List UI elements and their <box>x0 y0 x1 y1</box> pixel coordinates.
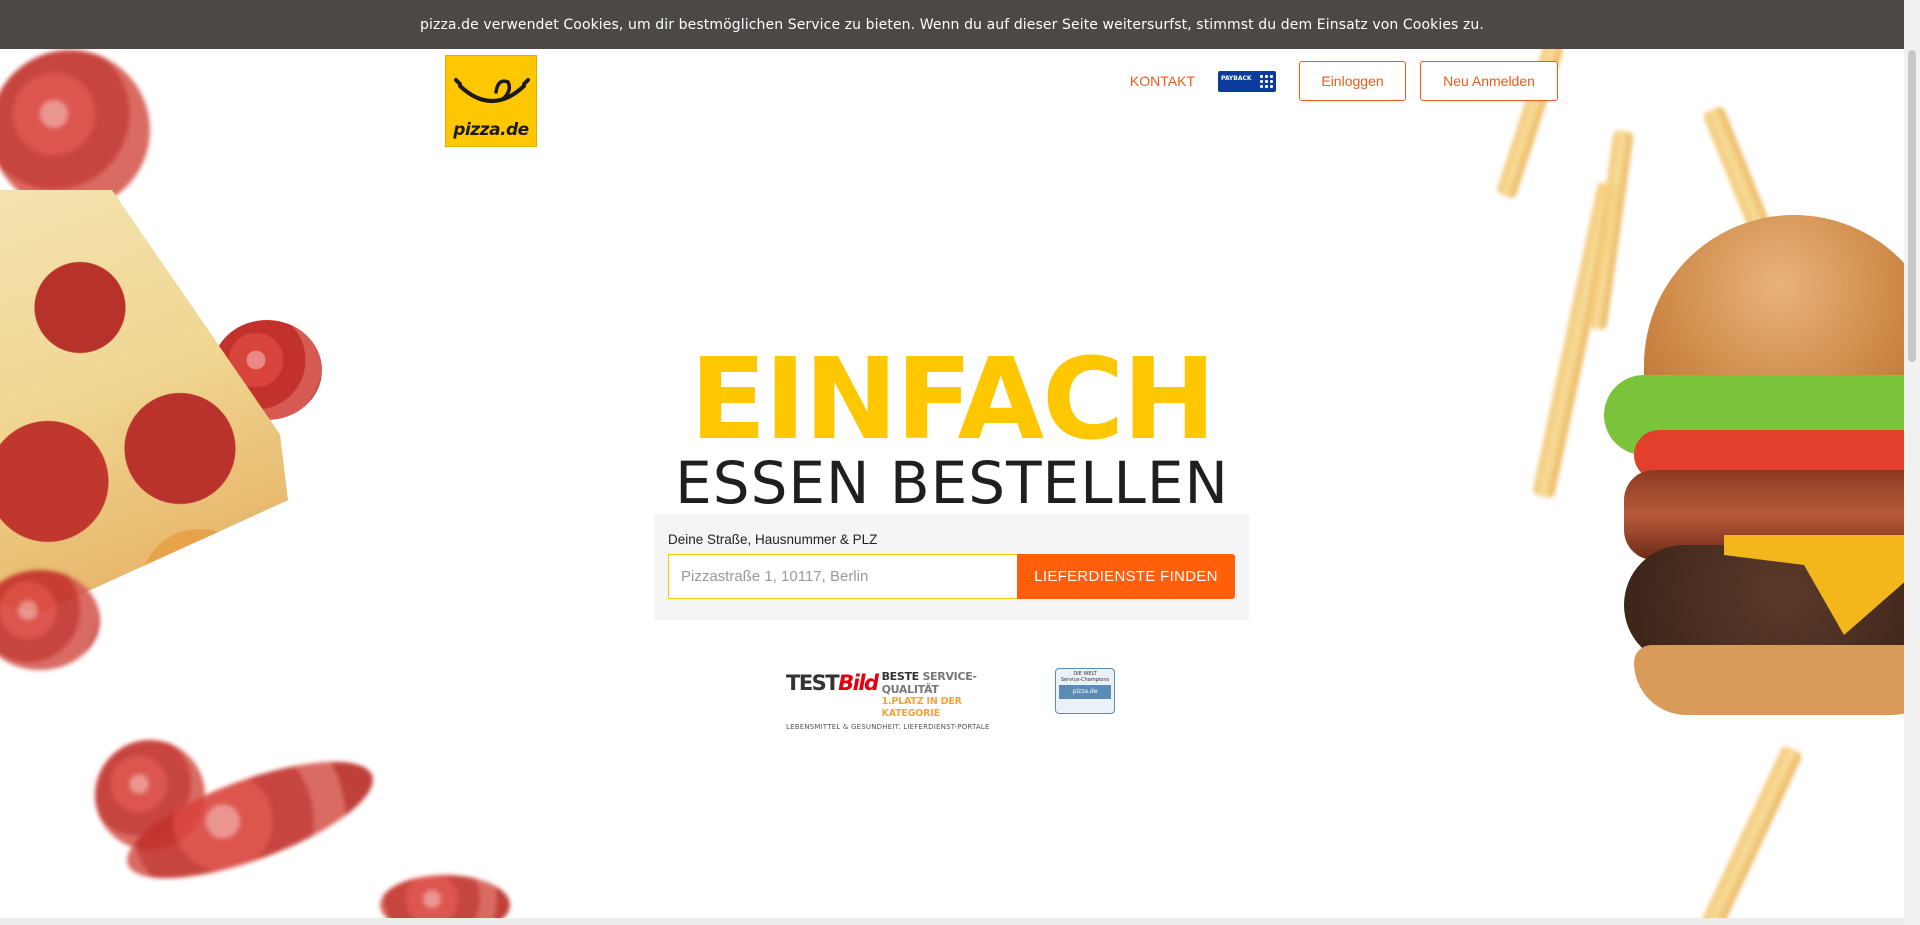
address-input[interactable] <box>668 554 1018 599</box>
welt-line2: Service-Champions <box>1060 677 1110 683</box>
hero-subtitle: ESSEN BESTELLEN <box>675 449 1229 517</box>
testbild-test-text: TEST <box>786 671 840 695</box>
page-scrollbar[interactable] <box>1904 0 1920 925</box>
smile-logo-icon <box>454 78 530 103</box>
testbild-award-badge: TESTBild BESTE SERVICE-QUALITÄT 1.PLATZ … <box>786 670 1000 731</box>
testbild-logo: TESTBild <box>786 670 879 696</box>
welt-service-champions-badge: DIE WELT Service-Champions pizza.de <box>1055 668 1115 714</box>
welt-line3: pizza.de <box>1059 685 1111 699</box>
testbild-line1-strong: BESTE <box>881 670 920 683</box>
cookie-banner-text: pizza.de verwendet Cookies, um dir bestm… <box>420 16 1484 33</box>
hero-title: EINFACH <box>689 335 1216 465</box>
testbild-bild-text: Bild <box>838 671 879 695</box>
salami-decoration <box>0 50 150 210</box>
fry-decoration <box>1698 744 1804 925</box>
logo-text: pizza.de <box>453 120 529 140</box>
contact-link[interactable]: KONTAKT <box>1130 73 1195 89</box>
testbild-line2: 1.PLATZ IN DER KATEGORIE <box>881 696 962 719</box>
scrollbar-thumb[interactable] <box>1908 50 1916 362</box>
bottom-strip <box>0 918 1904 925</box>
login-button[interactable]: Einloggen <box>1299 61 1406 101</box>
top-nav: KONTAKT PAYBACK Einloggen Neu Anmelden <box>1130 61 1558 101</box>
find-delivery-button[interactable]: LIEFERDIENSTE FINDEN <box>1017 554 1235 599</box>
pizza-de-logo[interactable]: pizza.de <box>445 55 537 147</box>
register-button[interactable]: Neu Anmelden <box>1420 61 1558 101</box>
payback-dots-icon <box>1259 73 1273 89</box>
payback-label: PAYBACK <box>1221 74 1252 82</box>
address-search-box: Deine Straße, Hausnummer & PLZ LIEFERDIE… <box>654 514 1249 620</box>
payback-badge[interactable]: PAYBACK <box>1218 70 1276 92</box>
address-label: Deine Straße, Hausnummer & PLZ <box>668 532 878 547</box>
testbild-line3: LEBENSMITTEL & GESUNDHEIT: LIEFERDIENST-… <box>786 723 990 731</box>
cookie-banner: pizza.de verwendet Cookies, um dir bestm… <box>0 0 1904 49</box>
